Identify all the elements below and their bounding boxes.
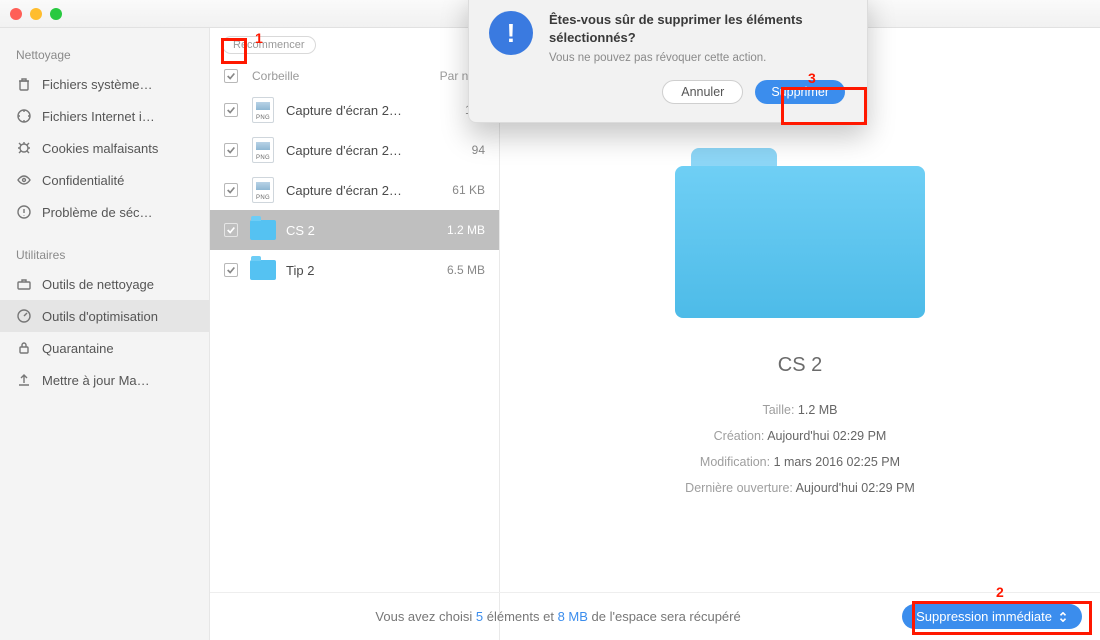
sidebar: Nettoyage Fichiers système… Fichiers Inte… xyxy=(0,28,210,640)
sidebar-item-label: Outils de nettoyage xyxy=(42,277,154,292)
sidebar-item[interactable]: Problème de séc… xyxy=(0,196,209,228)
select-all-checkbox[interactable] xyxy=(224,69,238,83)
sidebar-item[interactable]: Fichiers système… xyxy=(0,68,209,100)
window-zoom-button[interactable] xyxy=(50,8,62,20)
restart-button[interactable]: Recommencer xyxy=(222,36,316,54)
eye-icon xyxy=(16,172,32,188)
compass-icon xyxy=(16,108,32,124)
file-row[interactable]: Capture d'écran 2…94 xyxy=(210,130,499,170)
folder-icon xyxy=(250,220,276,240)
row-checkbox[interactable] xyxy=(224,103,238,117)
row-checkbox[interactable] xyxy=(224,263,238,277)
file-size: 6.5 MB xyxy=(421,263,485,277)
alert-icon xyxy=(16,204,32,220)
sidebar-item-label: Mettre à jour Ma… xyxy=(42,373,150,388)
file-size: 61 KB xyxy=(421,183,485,197)
file-row[interactable]: Tip 26.5 MB xyxy=(210,250,499,290)
window-minimize-button[interactable] xyxy=(30,8,42,20)
row-checkbox[interactable] xyxy=(224,143,238,157)
file-size: 94 xyxy=(421,143,485,157)
lock-icon xyxy=(16,340,32,356)
file-name: Capture d'écran 2… xyxy=(286,103,421,118)
sidebar-item[interactable]: Outils de nettoyage xyxy=(0,268,209,300)
row-checkbox[interactable] xyxy=(224,223,238,237)
header-col-name[interactable]: Corbeille xyxy=(252,69,299,83)
png-file-icon xyxy=(252,97,274,123)
window-close-button[interactable] xyxy=(10,8,22,20)
annotation-label-3: 3 xyxy=(808,70,816,86)
sidebar-item[interactable]: Confidentialité xyxy=(0,164,209,196)
dialog-title: Êtes-vous sûr de supprimer les éléments … xyxy=(549,11,845,46)
file-row[interactable]: CS 21.2 MB xyxy=(210,210,499,250)
png-file-icon xyxy=(252,137,274,163)
file-name: Capture d'écran 2… xyxy=(286,143,421,158)
sidebar-item[interactable]: Fichiers Internet i… xyxy=(0,100,209,132)
sidebar-item-label: Cookies malfaisants xyxy=(42,141,158,156)
sidebar-item-label: Problème de séc… xyxy=(42,205,153,220)
sidebar-group-cleaning: Nettoyage xyxy=(0,38,209,68)
folder-preview-icon xyxy=(675,148,925,318)
detail-metadata: Taille: 1.2 MB Création: Aujourd'hui 02:… xyxy=(685,403,915,495)
bug-icon xyxy=(16,140,32,156)
annotation-label-2: 2 xyxy=(996,584,1004,600)
sidebar-item[interactable]: Quarantaine xyxy=(0,332,209,364)
dialog-confirm-button[interactable]: Supprimer xyxy=(755,80,845,104)
file-row[interactable]: Capture d'écran 2…197 xyxy=(210,90,499,130)
gauge-icon xyxy=(16,308,32,324)
list-header: Corbeille Par nom xyxy=(210,62,499,90)
png-file-icon xyxy=(252,177,274,203)
sidebar-item[interactable]: Outils d'optimisation xyxy=(0,300,209,332)
file-size: 1.2 MB xyxy=(421,223,485,237)
dialog-subtitle: Vous ne pouvez pas révoquer cette action… xyxy=(549,52,845,64)
sidebar-item[interactable]: Mettre à jour Ma… xyxy=(0,364,209,396)
sidebar-item-label: Fichiers Internet i… xyxy=(42,109,155,124)
delete-now-button[interactable]: Suppression immédiate xyxy=(902,604,1082,629)
dialog-cancel-button[interactable]: Annuler xyxy=(662,80,743,104)
file-name: Capture d'écran 2… xyxy=(286,183,421,198)
file-name: Tip 2 xyxy=(286,263,421,278)
file-list-panel: Recommencer Corbeille Par nom Capture d'… xyxy=(210,28,500,640)
trash-icon xyxy=(16,76,32,92)
file-name: CS 2 xyxy=(286,223,421,238)
alert-icon: ! xyxy=(489,11,533,55)
toolbox-icon xyxy=(16,276,32,292)
sidebar-item[interactable]: Cookies malfaisants xyxy=(0,132,209,164)
annotation-label-1: 1 xyxy=(255,30,263,46)
chevrons-icon xyxy=(1058,612,1068,622)
file-row[interactable]: Capture d'écran 2…61 KB xyxy=(210,170,499,210)
footer-bar: Vous avez choisi 5 éléments et 8 MB de l… xyxy=(210,592,1100,640)
detail-title: CS 2 xyxy=(778,354,822,377)
sidebar-item-label: Quarantaine xyxy=(42,341,114,356)
sidebar-item-label: Outils d'optimisation xyxy=(42,309,158,324)
sidebar-item-label: Fichiers système… xyxy=(42,77,153,92)
sidebar-group-utilities: Utilitaires xyxy=(0,238,209,268)
folder-icon xyxy=(250,260,276,280)
row-checkbox[interactable] xyxy=(224,183,238,197)
footer-summary: Vous avez choisi 5 éléments et 8 MB de l… xyxy=(224,609,892,624)
sidebar-item-label: Confidentialité xyxy=(42,173,124,188)
confirm-dialog: ! Êtes-vous sûr de supprimer les élément… xyxy=(468,0,868,123)
upload-icon xyxy=(16,372,32,388)
